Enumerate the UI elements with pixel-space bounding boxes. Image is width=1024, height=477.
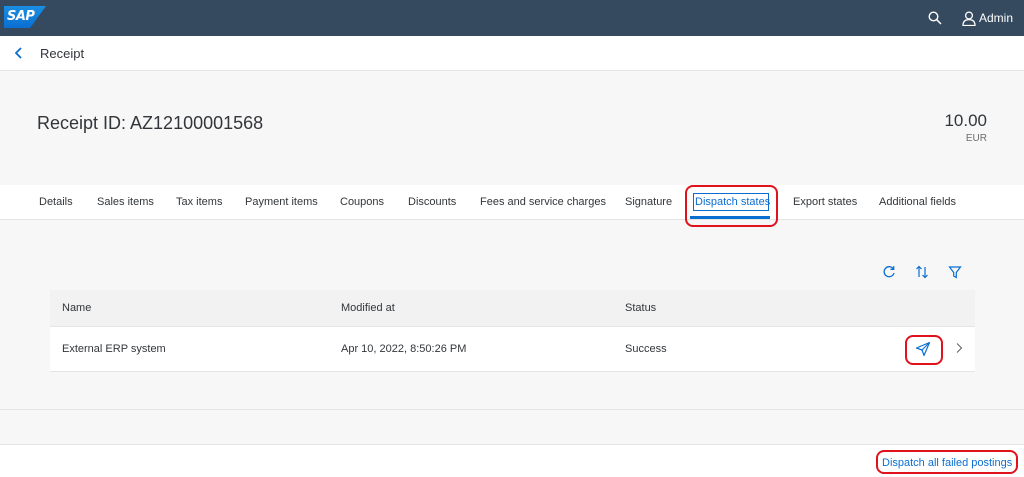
receipt-currency: EUR	[965, 133, 987, 144]
footer-link-highlight-annotation	[876, 450, 1018, 474]
refresh-icon[interactable]	[882, 265, 896, 279]
object-header: Receipt ID: AZ12100001568 10.00 EUR	[0, 71, 1024, 185]
row-status: Success	[625, 343, 667, 355]
tab-highlight-annotation	[685, 185, 778, 227]
column-header-name[interactable]: Name	[62, 302, 91, 314]
send-button-highlight-annotation	[905, 335, 943, 365]
receipt-amount: 10.00	[944, 111, 987, 130]
dispatch-states-table: Name Modified at Status External ERP sys…	[50, 290, 975, 372]
tab-details[interactable]: Details	[39, 196, 73, 208]
tab-export-states[interactable]: Export states	[793, 196, 857, 208]
back-arrow-icon[interactable]	[12, 46, 26, 60]
tab-discounts[interactable]: Discounts	[408, 196, 456, 208]
filter-icon[interactable]	[948, 265, 962, 279]
table-row[interactable]: External ERP system Apr 10, 2022, 8:50:2…	[50, 327, 975, 372]
tab-coupons[interactable]: Coupons	[340, 196, 384, 208]
user-name[interactable]: Admin	[979, 11, 1013, 25]
tab-payment-items[interactable]: Payment items	[245, 196, 318, 208]
sort-icon[interactable]	[915, 265, 929, 279]
page-header: Receipt	[0, 36, 1024, 71]
search-icon[interactable]	[928, 11, 942, 25]
shell-bar: SAP Admin	[0, 0, 1024, 36]
tab-bar: Details Sales items Tax items Payment it…	[0, 185, 1024, 220]
column-header-modified-at[interactable]: Modified at	[341, 302, 395, 314]
column-header-status[interactable]: Status	[625, 302, 656, 314]
receipt-title: Receipt ID: AZ12100001568	[37, 113, 264, 133]
table-header: Name Modified at Status	[50, 290, 975, 327]
logo-text: SAP	[7, 9, 35, 24]
sap-logo[interactable]: SAP	[4, 6, 46, 28]
chevron-right-icon[interactable]	[953, 342, 965, 354]
divider	[0, 409, 1024, 410]
tab-additional-fields[interactable]: Additional fields	[879, 196, 956, 208]
tab-fees-and-service-charges[interactable]: Fees and service charges	[480, 196, 606, 208]
user-icon[interactable]	[962, 11, 976, 26]
page-title: Receipt	[40, 46, 85, 61]
row-name: External ERP system	[62, 343, 166, 355]
tab-signature[interactable]: Signature	[625, 196, 672, 208]
row-modified-at: Apr 10, 2022, 8:50:26 PM	[341, 343, 467, 355]
footer-bar: Dispatch all failed postings	[0, 444, 1024, 477]
tab-tax-items[interactable]: Tax items	[176, 196, 222, 208]
tab-sales-items[interactable]: Sales items	[97, 196, 154, 208]
